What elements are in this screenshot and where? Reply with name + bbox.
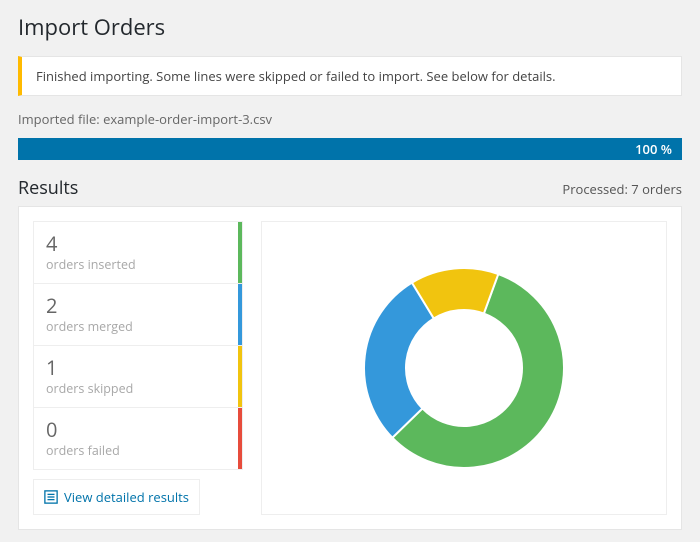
results-panel: 4orders inserted2orders merged1orders sk… — [18, 206, 682, 530]
page-title: Import Orders — [18, 12, 682, 42]
imported-file-label: Imported file: — [18, 110, 100, 128]
stat-label: orders inserted — [46, 256, 230, 273]
results-heading: Results — [18, 176, 78, 200]
stat-count: 2 — [46, 294, 230, 318]
stat-count: 0 — [46, 418, 230, 442]
imported-file-name: example-order-import-3.csv — [103, 110, 272, 128]
stat-color-stripe — [238, 284, 242, 345]
stat-color-stripe — [238, 346, 242, 407]
view-detailed-label: View detailed results — [64, 488, 189, 506]
list-icon — [44, 490, 58, 504]
progress-bar: 100 % — [18, 138, 682, 160]
stat-color-stripe — [238, 408, 242, 469]
stat-item: 1orders skipped — [33, 345, 243, 408]
stat-count: 4 — [46, 232, 230, 256]
progress-fill: 100 % — [18, 138, 682, 160]
processed-count: Processed: 7 orders — [562, 180, 682, 198]
donut-chart — [261, 221, 667, 515]
stat-label: orders failed — [46, 442, 230, 459]
stat-item: 0orders failed — [33, 407, 243, 470]
notice-text: Finished importing. Some lines were skip… — [36, 67, 556, 85]
stat-label: orders skipped — [46, 380, 230, 397]
stat-color-stripe — [238, 222, 242, 283]
view-detailed-results-button[interactable]: View detailed results — [33, 479, 200, 515]
import-warning-notice: Finished importing. Some lines were skip… — [18, 56, 682, 96]
stat-count: 1 — [46, 356, 230, 380]
stats-list: 4orders inserted2orders merged1orders sk… — [33, 221, 243, 515]
stat-label: orders merged — [46, 318, 230, 335]
stat-item: 2orders merged — [33, 283, 243, 346]
imported-file-line: Imported file: example-order-import-3.cs… — [18, 110, 682, 128]
stat-item: 4orders inserted — [33, 221, 243, 284]
